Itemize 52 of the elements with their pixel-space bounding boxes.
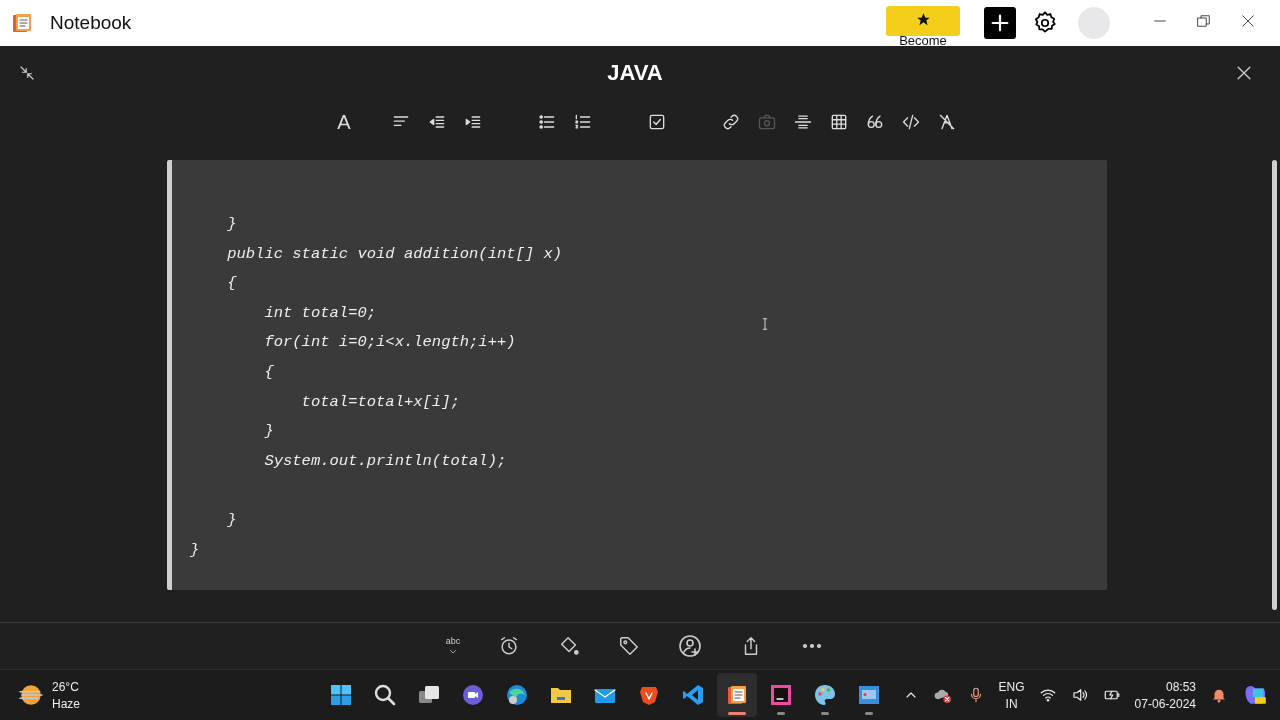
close-icon[interactable] — [1239, 12, 1257, 30]
clock[interactable]: 08:53 07-06-2024 — [1134, 679, 1196, 711]
code-line: { — [263, 361, 274, 383]
code-line: public static void addition(int[] x) — [226, 243, 563, 265]
code-line: } — [263, 421, 274, 443]
running-indicator — [728, 712, 747, 715]
code-line: } — [190, 539, 200, 561]
checkbox-icon[interactable] — [647, 112, 667, 132]
video-chat-icon[interactable] — [461, 683, 486, 707]
table-icon[interactable] — [829, 112, 849, 132]
bullet-list-icon[interactable] — [537, 112, 557, 132]
font-button[interactable]: A — [333, 110, 355, 134]
app-title: Notebook — [50, 12, 132, 34]
code-icon[interactable] — [901, 112, 921, 132]
collapse-icon[interactable] — [18, 64, 36, 82]
search-icon[interactable] — [373, 683, 398, 707]
premium-label[interactable]: Become — [886, 33, 960, 48]
clear-format-icon[interactable] — [937, 112, 957, 132]
code-line: for(int i=0;i<x.length;i++) — [263, 332, 516, 354]
restore-icon[interactable] — [1195, 12, 1213, 30]
temperature: 26°C — [52, 679, 80, 694]
palette-icon[interactable] — [813, 683, 838, 707]
browser-icon[interactable] — [505, 683, 530, 707]
weather-condition: Haze — [52, 696, 80, 711]
tag-icon[interactable] — [618, 635, 641, 657]
language-indicator[interactable]: ENG IN — [998, 679, 1025, 711]
running-indicator — [821, 712, 830, 715]
spellcheck-button[interactable]: abc — [445, 636, 461, 656]
premium-button[interactable] — [886, 6, 960, 36]
code-line: int total=0; — [263, 302, 377, 324]
screen-recorder-icon[interactable] — [857, 683, 882, 707]
code-line: total=total+x[i]; — [300, 391, 460, 413]
notebook-icon — [10, 11, 34, 35]
scrollbar[interactable] — [1272, 160, 1277, 610]
running-indicator — [777, 712, 786, 715]
start-icon[interactable] — [329, 683, 354, 707]
star-icon[interactable] — [915, 12, 931, 27]
code-editor-icon[interactable] — [681, 683, 706, 707]
code-line: { — [226, 273, 237, 295]
running-indicator — [865, 712, 874, 715]
wifi-icon[interactable] — [1038, 686, 1057, 704]
paint-bucket-icon[interactable] — [558, 635, 581, 657]
numbered-list-icon[interactable] — [573, 112, 593, 132]
hazy-sun-icon[interactable] — [18, 682, 44, 708]
link-icon[interactable] — [721, 112, 741, 132]
note-title: JAVA — [606, 60, 664, 86]
speaker-icon[interactable] — [1070, 686, 1089, 704]
add-person-icon[interactable] — [678, 634, 703, 658]
code-line: System.out.println(total); — [263, 450, 507, 472]
code-line: } — [226, 214, 237, 235]
ide-icon[interactable] — [769, 683, 794, 707]
code-line: } — [226, 509, 237, 531]
